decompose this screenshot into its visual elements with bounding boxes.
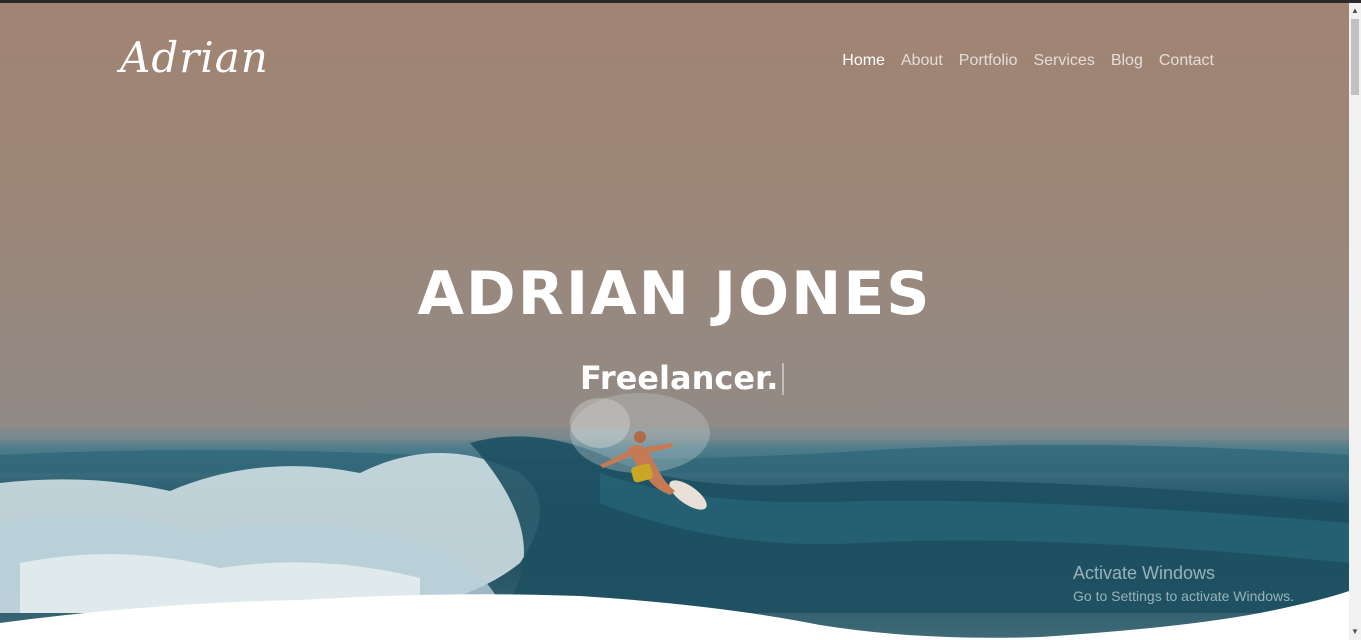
main-menu: Home About Portfolio Services Blog Conta… [834, 52, 1222, 70]
nav-item-contact[interactable]: Contact [1151, 52, 1222, 70]
scroll-up-arrow-icon[interactable]: ▲ [1351, 7, 1359, 15]
page-scrollbar[interactable]: ▲ ▼ [1349, 3, 1361, 640]
hero-subtitle: Freelancer. [580, 359, 779, 397]
nav-item-blog[interactable]: Blog [1103, 52, 1151, 70]
nav-item-about[interactable]: About [893, 52, 951, 70]
nav-item-portfolio[interactable]: Portfolio [951, 52, 1026, 70]
scroll-down-arrow-icon[interactable]: ▼ [1351, 628, 1359, 636]
nav-item-home[interactable]: Home [834, 52, 893, 70]
windows-activation-watermark: Activate Windows Go to Settings to activ… [1073, 563, 1294, 604]
typing-cursor [782, 363, 785, 395]
hero-subtitle-wrap: Freelancer. [580, 359, 785, 397]
scrollbar-thumb[interactable] [1351, 19, 1359, 95]
watermark-subtitle: Go to Settings to activate Windows. [1073, 588, 1294, 604]
top-navigation: Adrian Home About Portfolio Services Blo… [0, 3, 1349, 113]
nav-item-services[interactable]: Services [1025, 52, 1102, 70]
hero-title: ADRIAN JONES [417, 259, 932, 329]
watermark-title: Activate Windows [1073, 563, 1216, 583]
site-logo[interactable]: Adrian [120, 33, 269, 82]
hero-section: Adrian Home About Portfolio Services Blo… [0, 3, 1349, 640]
